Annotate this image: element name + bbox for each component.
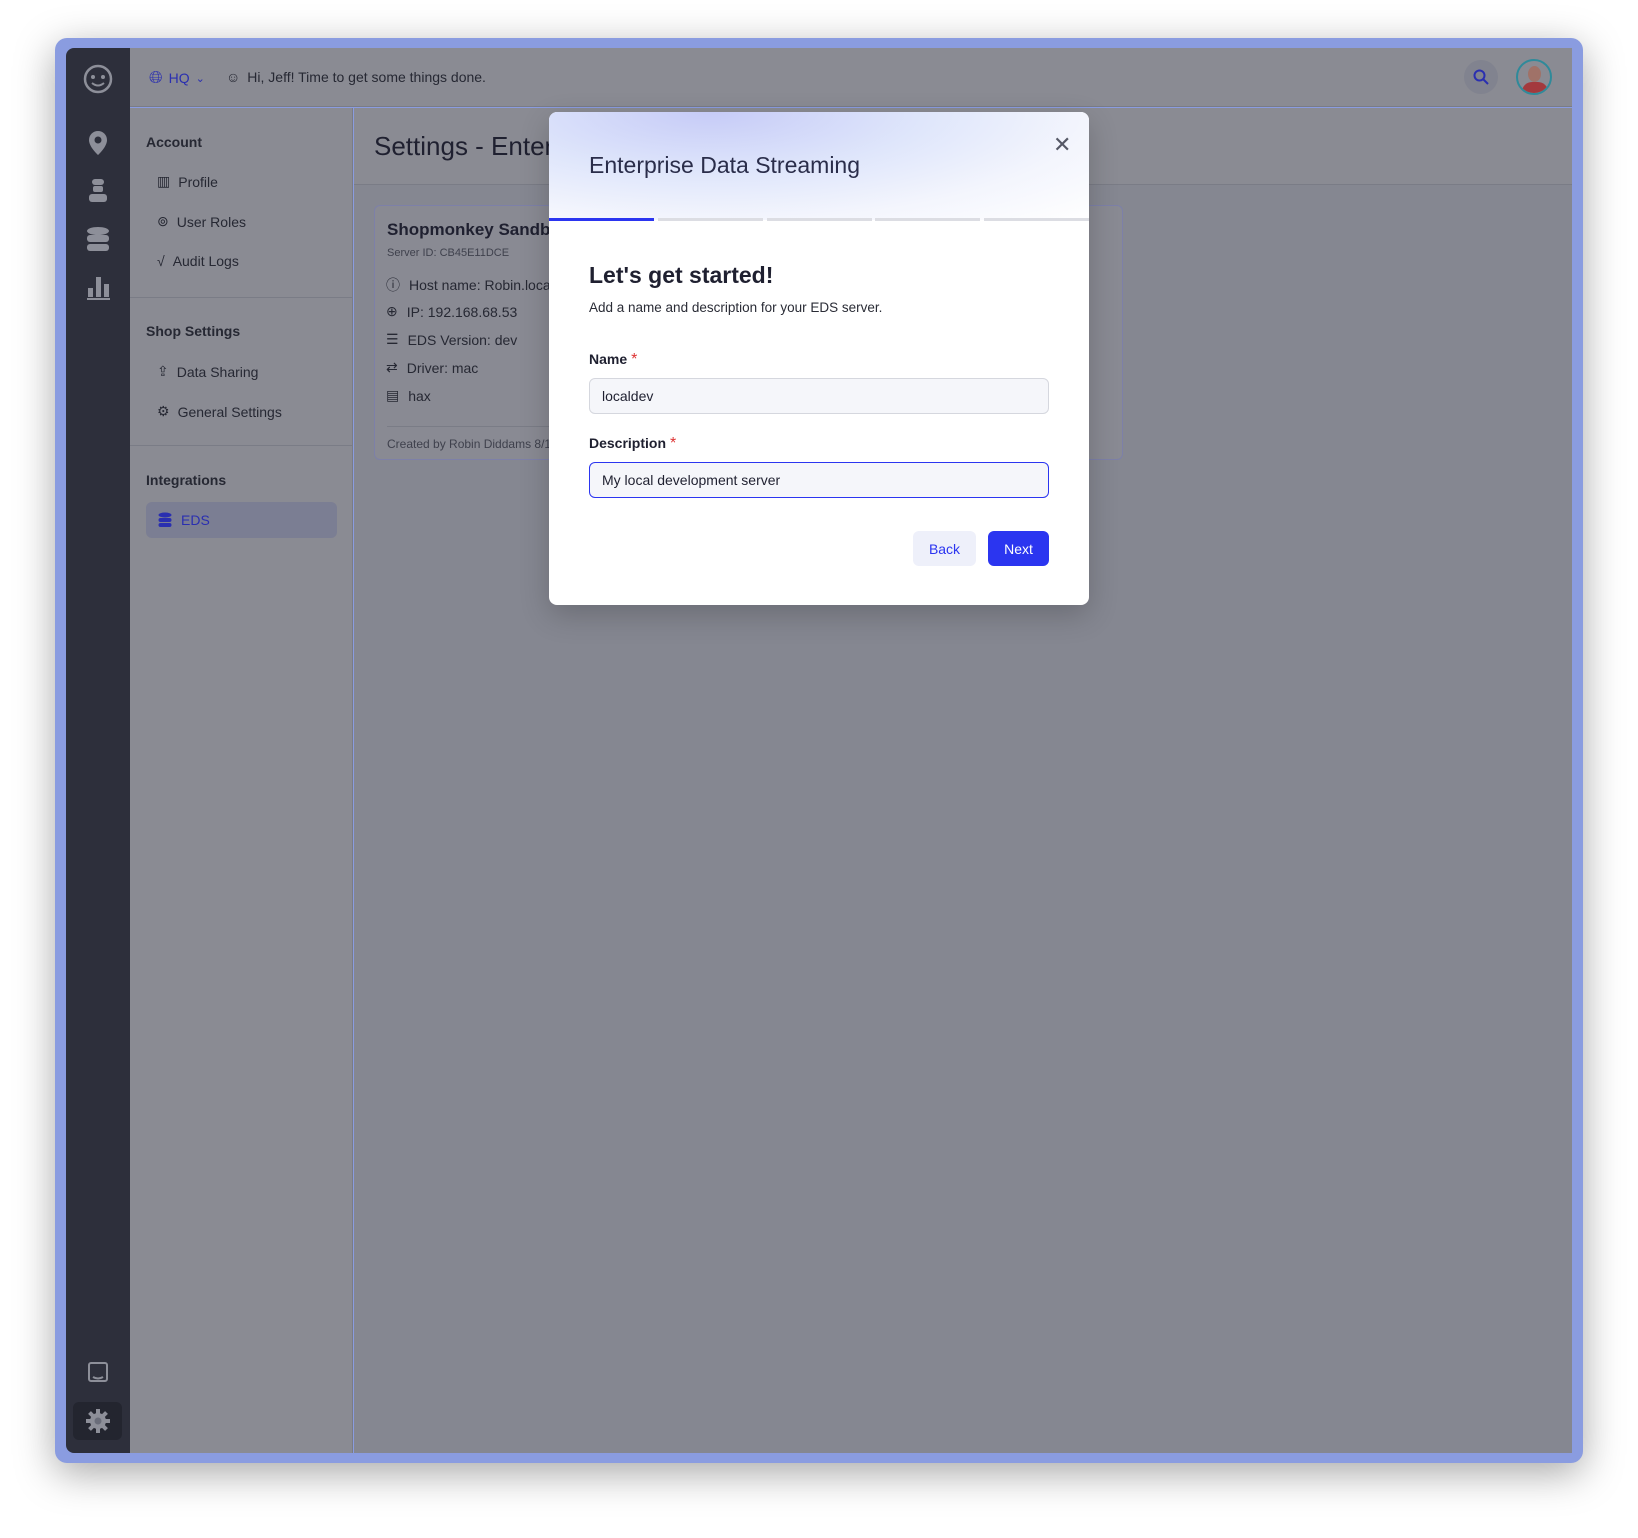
close-icon[interactable]: ✕ [1053, 132, 1071, 158]
description-input[interactable]: My local development server [589, 462, 1049, 498]
activity-icon: √ [157, 253, 165, 269]
database-icon [158, 512, 172, 527]
settings-nav [130, 108, 353, 1453]
user-avatar[interactable] [1516, 59, 1552, 95]
globe-icon: 🌐︎ [149, 68, 163, 87]
globe-icon: ⊕ [386, 303, 398, 319]
smiley-icon: ☺ [226, 69, 241, 85]
name-label: Name * [589, 351, 638, 368]
driver-row: ⇄ Driver: mac [386, 359, 479, 376]
name-input[interactable]: localdev [589, 378, 1049, 414]
server-name: Shopmonkey Sandb [387, 220, 551, 239]
nav-section-account: Account [146, 134, 202, 150]
divider [130, 297, 353, 298]
location-selector[interactable]: 🌐︎ HQ ⌄ [149, 68, 205, 88]
progress-step-2 [658, 218, 763, 221]
nav-item-profile[interactable]: ▥ Profile [157, 173, 218, 190]
document-icon: ▤ [386, 387, 400, 403]
share-icon: ⇪ [157, 363, 169, 379]
progress-step-4 [875, 218, 980, 221]
swap-icon: ⇄ [386, 359, 398, 375]
search-button[interactable] [1464, 60, 1498, 94]
description-row: ▤ hax [386, 387, 431, 404]
icon-rail [66, 48, 130, 1453]
nav-item-audit-logs[interactable]: √ Audit Logs [157, 253, 239, 269]
progress-step-5 [984, 218, 1089, 221]
nav-item-general-settings[interactable]: ⚙ General Settings [157, 403, 282, 420]
page-title: Settings - Enter [374, 131, 554, 161]
monkey-logo-icon[interactable] [80, 63, 116, 94]
nav-section-shop-settings: Shop Settings [146, 323, 241, 339]
gear-icon: ⚙ [157, 403, 170, 419]
info-icon: ⓘ [386, 277, 400, 293]
step-subtitle: Add a name and description for your EDS … [589, 300, 883, 315]
version-row: ☰ EDS Version: dev [386, 331, 518, 348]
user-roles-icon: ⊚ [157, 213, 169, 229]
nav-item-user-roles[interactable]: ⊚ User Roles [157, 213, 246, 230]
search-icon [1473, 69, 1489, 85]
building-icon: ▥ [157, 173, 171, 189]
greeting: ☺ Hi, Jeff! Time to get some things done… [226, 69, 486, 85]
modal-title: Enterprise Data Streaming [589, 152, 861, 178]
database-icon: ☰ [386, 331, 399, 347]
progress-step-3 [767, 218, 872, 221]
next-button[interactable]: Next [988, 531, 1049, 566]
chevron-down-icon: ⌄ [195, 72, 205, 85]
nav-item-eds[interactable]: EDS [146, 502, 337, 538]
technician-icon[interactable] [80, 176, 116, 206]
host-row: ⓘ Host name: Robin.loca [386, 277, 551, 293]
description-label: Description * [589, 435, 677, 452]
eds-setup-modal: Enterprise Data Streaming ✕ Let's get st… [549, 112, 1089, 605]
bar-chart-icon[interactable] [80, 272, 116, 302]
book-icon[interactable] [80, 1358, 116, 1388]
server-id: Server ID: CB45E11DCE [387, 247, 510, 259]
step-heading: Let's get started! [589, 262, 774, 288]
map-pin-icon[interactable] [80, 128, 116, 158]
ip-row: ⊕ IP: 192.168.68.53 [386, 303, 518, 320]
nav-section-integrations: Integrations [146, 472, 227, 488]
back-button[interactable]: Back [913, 531, 976, 566]
divider [130, 445, 353, 446]
settings-gear-icon[interactable] [73, 1402, 122, 1440]
created-by: Created by Robin Diddams 8/1 [387, 437, 552, 451]
database-icon[interactable] [80, 224, 116, 254]
progress-step-1 [549, 218, 654, 221]
nav-item-data-sharing[interactable]: ⇪ Data Sharing [157, 363, 258, 380]
